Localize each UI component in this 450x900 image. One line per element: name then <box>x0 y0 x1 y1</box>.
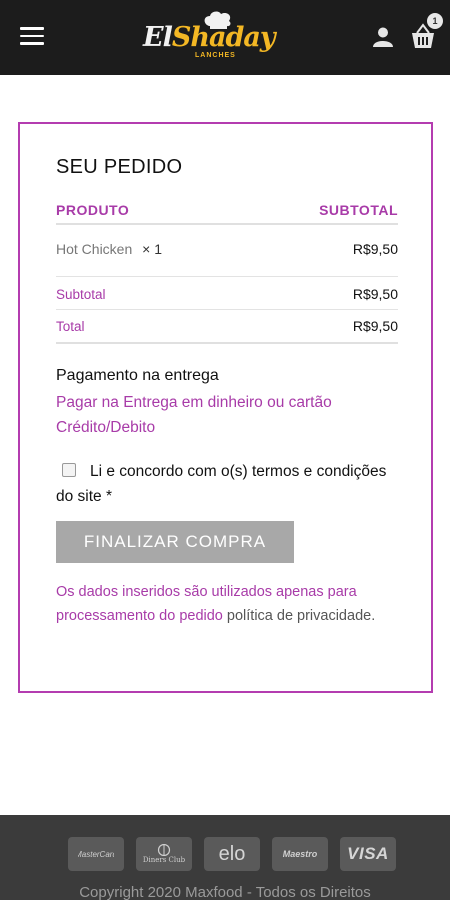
svg-text:Maestro: Maestro <box>283 849 318 859</box>
privacy-policy-link[interactable]: política de privacidade <box>227 608 371 624</box>
divider <box>56 309 398 310</box>
order-table-header: PRODUTO SUBTOTAL <box>56 198 398 222</box>
product-quantity: × 1 <box>142 241 163 257</box>
divider <box>56 223 398 225</box>
terms-checkbox[interactable] <box>62 463 76 477</box>
elo-icon: elo <box>204 837 260 871</box>
product-name: Hot Chicken <box>56 241 133 257</box>
product-cell: Hot Chicken × 1 <box>56 241 162 257</box>
divider <box>56 342 398 344</box>
subtotal-label: Subtotal <box>56 286 106 302</box>
page-footer: MasterCard Diners Club elo Maestro VISA … <box>0 815 450 900</box>
maestro-icon: Maestro <box>272 837 328 871</box>
subtotal-row: Subtotal R$9,50 <box>56 283 398 305</box>
subtotal-value: R$9,50 <box>352 286 398 302</box>
logo-wordmark: ElShaday <box>143 22 276 53</box>
diners-club-icon: Diners Club <box>136 837 192 871</box>
user-account-icon[interactable] <box>372 26 394 48</box>
total-label: Total <box>56 318 85 334</box>
terms-text-before: Li e concordo com o(s) <box>90 463 252 480</box>
store-logo[interactable]: ElShaday LANCHES <box>143 10 276 64</box>
total-value: R$9,50 <box>352 318 398 334</box>
mastercard-icon: MasterCard <box>68 837 124 871</box>
payment-method-description: Pagar na Entrega em dinheiro ou cartão C… <box>56 394 332 436</box>
order-item-row: Hot Chicken × 1 R$9,50 <box>56 238 398 260</box>
cart-count-badge: 1 <box>427 13 443 29</box>
divider <box>56 276 398 277</box>
terms-agreement: Li e concordo com o(s) termos e condiçõe… <box>56 459 401 509</box>
terms-link[interactable]: termos e condições <box>252 463 386 480</box>
finalize-purchase-button[interactable]: FINALIZAR COMPRA <box>56 521 294 563</box>
order-summary-box: SEU PEDIDO PRODUTO SUBTOTAL Hot Chicken … <box>18 122 433 693</box>
terms-text-after: do site * <box>56 488 113 505</box>
payment-cards: MasterCard Diners Club elo Maestro VISA <box>68 837 396 871</box>
payment-method-title: Pagamento na entrega <box>56 367 219 384</box>
svg-text:MasterCard: MasterCard <box>78 850 114 859</box>
hamburger-menu-icon[interactable] <box>20 27 44 47</box>
logo-subtitle: LANCHES <box>195 52 236 59</box>
column-header-subtotal: SUBTOTAL <box>319 202 398 218</box>
total-row: Total R$9,50 <box>56 315 398 337</box>
order-title: SEU PEDIDO <box>56 156 183 178</box>
top-header: ElShaday LANCHES 1 <box>0 0 450 75</box>
copyright-text: Copyright 2020 Maxfood - Todos os Direit… <box>79 884 371 900</box>
product-price: R$9,50 <box>352 241 398 257</box>
column-header-product: PRODUTO <box>56 202 130 218</box>
visa-icon: VISA <box>340 837 396 871</box>
privacy-notice: Os dados inseridos são utilizados apenas… <box>56 584 376 624</box>
